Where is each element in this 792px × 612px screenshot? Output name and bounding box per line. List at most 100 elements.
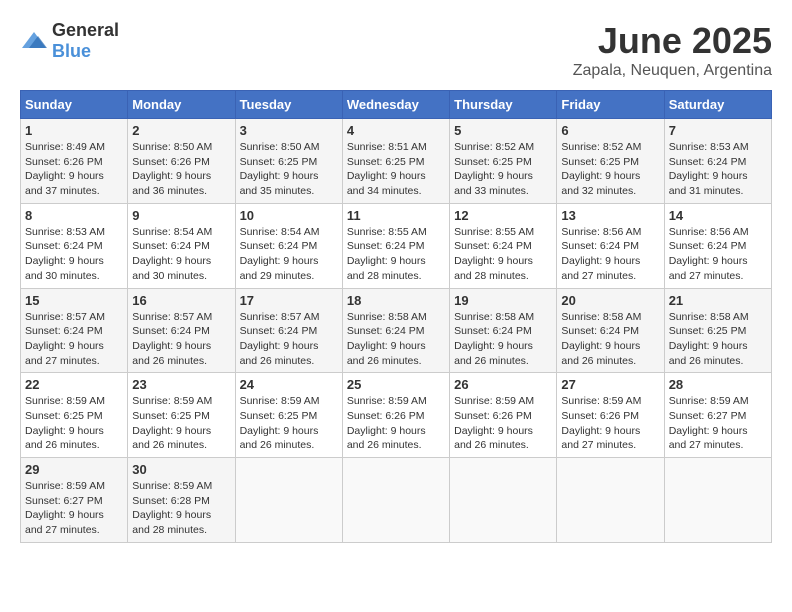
calendar-cell: 11 Sunrise: 8:55 AMSunset: 6:24 PMDaylig…: [342, 203, 449, 288]
day-info: Sunrise: 8:59 AMSunset: 6:25 PMDaylight:…: [25, 395, 105, 451]
day-number: 16: [132, 293, 230, 308]
calendar-cell: 8 Sunrise: 8:53 AMSunset: 6:24 PMDayligh…: [21, 203, 128, 288]
day-number: 6: [561, 123, 659, 138]
day-info: Sunrise: 8:59 AMSunset: 6:27 PMDaylight:…: [669, 395, 749, 451]
day-info: Sunrise: 8:52 AMSunset: 6:25 PMDaylight:…: [561, 141, 641, 197]
calendar-cell: 22 Sunrise: 8:59 AMSunset: 6:25 PMDaylig…: [21, 373, 128, 458]
calendar-week-2: 8 Sunrise: 8:53 AMSunset: 6:24 PMDayligh…: [21, 203, 772, 288]
day-number: 2: [132, 123, 230, 138]
calendar-table: SundayMondayTuesdayWednesdayThursdayFrid…: [20, 90, 772, 543]
logo-text: General Blue: [52, 20, 119, 62]
day-number: 5: [454, 123, 552, 138]
calendar-cell: 16 Sunrise: 8:57 AMSunset: 6:24 PMDaylig…: [128, 288, 235, 373]
calendar-header-tuesday: Tuesday: [235, 91, 342, 119]
day-number: 10: [240, 208, 338, 223]
calendar-cell: 19 Sunrise: 8:58 AMSunset: 6:24 PMDaylig…: [450, 288, 557, 373]
day-number: 22: [25, 377, 123, 392]
day-number: 29: [25, 462, 123, 477]
location-title: Zapala, Neuquen, Argentina: [573, 62, 772, 80]
day-info: Sunrise: 8:50 AMSunset: 6:25 PMDaylight:…: [240, 141, 320, 197]
day-number: 30: [132, 462, 230, 477]
day-number: 1: [25, 123, 123, 138]
calendar-cell: 29 Sunrise: 8:59 AMSunset: 6:27 PMDaylig…: [21, 458, 128, 543]
day-number: 4: [347, 123, 445, 138]
day-info: Sunrise: 8:59 AMSunset: 6:26 PMDaylight:…: [454, 395, 534, 451]
day-info: Sunrise: 8:53 AMSunset: 6:24 PMDaylight:…: [25, 226, 105, 282]
calendar-cell: 10 Sunrise: 8:54 AMSunset: 6:24 PMDaylig…: [235, 203, 342, 288]
day-info: Sunrise: 8:59 AMSunset: 6:26 PMDaylight:…: [561, 395, 641, 451]
day-info: Sunrise: 8:57 AMSunset: 6:24 PMDaylight:…: [132, 311, 212, 367]
calendar-cell: 25 Sunrise: 8:59 AMSunset: 6:26 PMDaylig…: [342, 373, 449, 458]
day-number: 3: [240, 123, 338, 138]
day-number: 8: [25, 208, 123, 223]
day-number: 27: [561, 377, 659, 392]
calendar-cell: 5 Sunrise: 8:52 AMSunset: 6:25 PMDayligh…: [450, 119, 557, 204]
logo-icon: [20, 30, 48, 52]
day-info: Sunrise: 8:58 AMSunset: 6:25 PMDaylight:…: [669, 311, 749, 367]
day-info: Sunrise: 8:52 AMSunset: 6:25 PMDaylight:…: [454, 141, 534, 197]
calendar-cell: 4 Sunrise: 8:51 AMSunset: 6:25 PMDayligh…: [342, 119, 449, 204]
day-info: Sunrise: 8:59 AMSunset: 6:25 PMDaylight:…: [240, 395, 320, 451]
calendar-cell: 9 Sunrise: 8:54 AMSunset: 6:24 PMDayligh…: [128, 203, 235, 288]
calendar-cell: 7 Sunrise: 8:53 AMSunset: 6:24 PMDayligh…: [664, 119, 771, 204]
day-info: Sunrise: 8:55 AMSunset: 6:24 PMDaylight:…: [347, 226, 427, 282]
calendar-cell: 20 Sunrise: 8:58 AMSunset: 6:24 PMDaylig…: [557, 288, 664, 373]
day-number: 9: [132, 208, 230, 223]
day-info: Sunrise: 8:54 AMSunset: 6:24 PMDaylight:…: [132, 226, 212, 282]
calendar-cell: 3 Sunrise: 8:50 AMSunset: 6:25 PMDayligh…: [235, 119, 342, 204]
day-info: Sunrise: 8:57 AMSunset: 6:24 PMDaylight:…: [240, 311, 320, 367]
calendar-header-sunday: Sunday: [21, 91, 128, 119]
day-number: 14: [669, 208, 767, 223]
logo: General Blue: [20, 20, 119, 62]
calendar-cell: [557, 458, 664, 543]
calendar-cell: 6 Sunrise: 8:52 AMSunset: 6:25 PMDayligh…: [557, 119, 664, 204]
day-number: 13: [561, 208, 659, 223]
page-header: General Blue June 2025 Zapala, Neuquen, …: [20, 20, 772, 80]
day-number: 11: [347, 208, 445, 223]
day-info: Sunrise: 8:49 AMSunset: 6:26 PMDaylight:…: [25, 141, 105, 197]
calendar-header-row: SundayMondayTuesdayWednesdayThursdayFrid…: [21, 91, 772, 119]
day-number: 19: [454, 293, 552, 308]
calendar-header-wednesday: Wednesday: [342, 91, 449, 119]
calendar-cell: 23 Sunrise: 8:59 AMSunset: 6:25 PMDaylig…: [128, 373, 235, 458]
logo-general: General: [52, 20, 119, 40]
day-info: Sunrise: 8:58 AMSunset: 6:24 PMDaylight:…: [454, 311, 534, 367]
day-number: 12: [454, 208, 552, 223]
day-number: 24: [240, 377, 338, 392]
day-info: Sunrise: 8:57 AMSunset: 6:24 PMDaylight:…: [25, 311, 105, 367]
calendar-cell: [342, 458, 449, 543]
day-number: 17: [240, 293, 338, 308]
day-info: Sunrise: 8:58 AMSunset: 6:24 PMDaylight:…: [347, 311, 427, 367]
day-info: Sunrise: 8:51 AMSunset: 6:25 PMDaylight:…: [347, 141, 427, 197]
calendar-week-5: 29 Sunrise: 8:59 AMSunset: 6:27 PMDaylig…: [21, 458, 772, 543]
calendar-cell: 28 Sunrise: 8:59 AMSunset: 6:27 PMDaylig…: [664, 373, 771, 458]
calendar-cell: 24 Sunrise: 8:59 AMSunset: 6:25 PMDaylig…: [235, 373, 342, 458]
calendar-cell: 17 Sunrise: 8:57 AMSunset: 6:24 PMDaylig…: [235, 288, 342, 373]
calendar-week-3: 15 Sunrise: 8:57 AMSunset: 6:24 PMDaylig…: [21, 288, 772, 373]
calendar-week-1: 1 Sunrise: 8:49 AMSunset: 6:26 PMDayligh…: [21, 119, 772, 204]
calendar-cell: 14 Sunrise: 8:56 AMSunset: 6:24 PMDaylig…: [664, 203, 771, 288]
day-number: 7: [669, 123, 767, 138]
day-number: 20: [561, 293, 659, 308]
calendar-cell: 30 Sunrise: 8:59 AMSunset: 6:28 PMDaylig…: [128, 458, 235, 543]
day-info: Sunrise: 8:59 AMSunset: 6:25 PMDaylight:…: [132, 395, 212, 451]
calendar-cell: [235, 458, 342, 543]
day-info: Sunrise: 8:56 AMSunset: 6:24 PMDaylight:…: [561, 226, 641, 282]
day-info: Sunrise: 8:50 AMSunset: 6:26 PMDaylight:…: [132, 141, 212, 197]
title-area: June 2025 Zapala, Neuquen, Argentina: [573, 20, 772, 80]
day-number: 23: [132, 377, 230, 392]
logo-blue: Blue: [52, 41, 91, 61]
day-info: Sunrise: 8:59 AMSunset: 6:26 PMDaylight:…: [347, 395, 427, 451]
day-info: Sunrise: 8:54 AMSunset: 6:24 PMDaylight:…: [240, 226, 320, 282]
day-info: Sunrise: 8:56 AMSunset: 6:24 PMDaylight:…: [669, 226, 749, 282]
day-info: Sunrise: 8:53 AMSunset: 6:24 PMDaylight:…: [669, 141, 749, 197]
calendar-header-monday: Monday: [128, 91, 235, 119]
calendar-cell: 15 Sunrise: 8:57 AMSunset: 6:24 PMDaylig…: [21, 288, 128, 373]
calendar-cell: 13 Sunrise: 8:56 AMSunset: 6:24 PMDaylig…: [557, 203, 664, 288]
day-info: Sunrise: 8:58 AMSunset: 6:24 PMDaylight:…: [561, 311, 641, 367]
calendar-cell: 2 Sunrise: 8:50 AMSunset: 6:26 PMDayligh…: [128, 119, 235, 204]
day-info: Sunrise: 8:59 AMSunset: 6:28 PMDaylight:…: [132, 480, 212, 536]
day-number: 28: [669, 377, 767, 392]
calendar-header-friday: Friday: [557, 91, 664, 119]
day-number: 18: [347, 293, 445, 308]
